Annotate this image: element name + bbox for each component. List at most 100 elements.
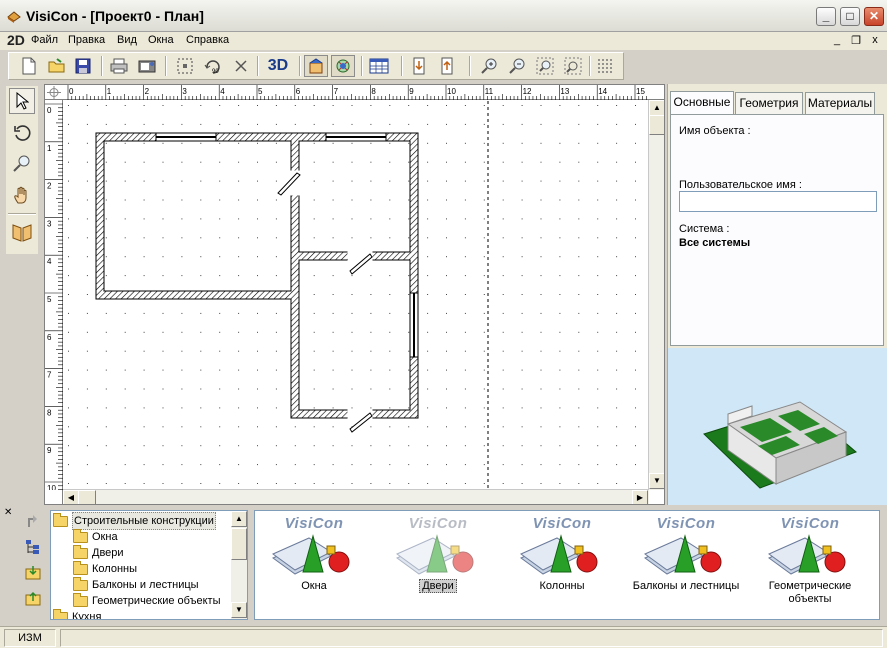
floor-plan[interactable]: [64, 101, 648, 489]
tree-item-balconies-stairs[interactable]: Балконы и лестницы: [73, 576, 199, 593]
zoom-icon[interactable]: [9, 150, 35, 176]
tab-materials[interactable]: Материалы: [805, 92, 875, 114]
tree-scrollbar[interactable]: ▲ ▼: [231, 511, 247, 619]
print-icon[interactable]: [107, 55, 131, 77]
mdi-close-button[interactable]: x: [868, 34, 882, 46]
mdi-restore-button[interactable]: ❐: [849, 34, 863, 47]
tree-item-building-structures[interactable]: Строительные конструкции: [53, 512, 216, 530]
catalog-close-icon[interactable]: ✕: [4, 507, 12, 518]
ruler-top-label: 10: [447, 87, 456, 96]
ruler-left-label: 10: [47, 484, 56, 490]
select-area-icon[interactable]: [173, 55, 197, 77]
tree-item-kitchen[interactable]: Кухня: [53, 608, 101, 619]
ruler-left-label: 6: [47, 333, 52, 342]
folder-icon: [73, 576, 88, 591]
move-down-icon[interactable]: [407, 55, 431, 77]
folder-icon: [73, 544, 88, 559]
gallery-item-balconies-stairs[interactable]: VisiCon Балконы и лестницы: [627, 515, 745, 615]
gallery-caption: Двери: [419, 579, 457, 593]
select-arrow-icon[interactable]: [9, 88, 35, 114]
horizontal-scrollbar[interactable]: ◀ ▶: [63, 489, 649, 504]
menu-edit[interactable]: Правка: [68, 34, 105, 46]
open-folder-icon[interactable]: [45, 55, 69, 77]
close-button[interactable]: ✕: [864, 7, 884, 26]
ruler-origin-icon[interactable]: [47, 86, 61, 99]
ruler-left-label: 4: [47, 257, 52, 266]
catalog-gallery: VisiCon Окна VisiCon Двери VisiCon Колон…: [254, 510, 880, 620]
tree-item-columns[interactable]: Колонны: [73, 560, 137, 577]
user-name-label: Пользовательское имя :: [679, 179, 802, 191]
zoom-window-icon[interactable]: [561, 55, 585, 77]
maximize-button[interactable]: □: [840, 7, 860, 26]
ruler-left-label: 7: [47, 371, 52, 380]
export-icon[interactable]: [24, 590, 42, 608]
menu-file[interactable]: Файл: [31, 34, 58, 46]
vertical-scroll-thumb[interactable]: [649, 115, 664, 135]
catalog-thumbnail-icon: [396, 534, 474, 575]
ruler-top-label: 1: [107, 87, 112, 96]
new-file-icon[interactable]: [17, 55, 41, 77]
tree-view-icon[interactable]: [24, 538, 42, 556]
menu-windows[interactable]: Окна: [148, 34, 174, 46]
system-label: Система :: [679, 223, 730, 235]
scroll-left-button[interactable]: ◀: [63, 490, 79, 504]
tab-basic[interactable]: Основные: [670, 91, 734, 115]
svg-text:90: 90: [212, 69, 219, 75]
gallery-caption: Колонны: [539, 580, 585, 592]
3d-view-button[interactable]: 3D: [263, 55, 293, 77]
print-preview-icon[interactable]: [135, 55, 159, 77]
gallery-item-columns[interactable]: VisiCon Колонны: [503, 515, 621, 615]
brand-label: VisiCon: [780, 515, 840, 532]
zoom-in-icon[interactable]: [477, 55, 501, 77]
tree-item-windows[interactable]: Окна: [73, 528, 118, 545]
tree-scroll-thumb[interactable]: [231, 528, 247, 560]
scroll-right-button[interactable]: ▶: [632, 490, 648, 504]
ruler-left-label: 0: [47, 106, 52, 115]
ruler-top-label: 8: [371, 87, 376, 96]
ruler-top-label: 14: [598, 87, 607, 96]
scroll-up-button[interactable]: ▲: [649, 100, 664, 116]
mirror-icon[interactable]: [9, 220, 35, 246]
zoom-out-icon[interactable]: [505, 55, 529, 77]
properties-panel: Основные Геометрия Материалы Имя объекта…: [667, 84, 887, 505]
scroll-down-button[interactable]: ▼: [649, 473, 664, 489]
up-level-icon[interactable]: [24, 512, 42, 530]
vertical-scrollbar[interactable]: ▲ ▼: [648, 100, 664, 490]
table-icon[interactable]: [365, 55, 393, 77]
move-up-icon[interactable]: [435, 55, 459, 77]
3d-preview[interactable]: [668, 348, 887, 505]
app-icon: [7, 11, 21, 23]
wall-tool-icon[interactable]: [304, 55, 328, 77]
pan-hand-icon[interactable]: [9, 182, 35, 208]
tree-item-doors[interactable]: Двери: [73, 544, 124, 561]
tree-item-geometric-objects[interactable]: Геометрические объекты: [73, 592, 220, 609]
save-icon[interactable]: [71, 55, 95, 77]
user-name-field[interactable]: [679, 191, 877, 212]
delete-icon[interactable]: [229, 55, 253, 77]
gallery-item-windows[interactable]: VisiCon Окна: [255, 515, 373, 615]
ruler-top-label: 6: [296, 87, 301, 96]
mdi-minimize-button[interactable]: _: [830, 34, 844, 46]
grid-icon[interactable]: [593, 55, 617, 77]
brand-label: VisiCon: [408, 515, 468, 532]
zoom-fit-icon[interactable]: [533, 55, 557, 77]
rotate-icon[interactable]: [9, 120, 35, 146]
rotate-90-icon[interactable]: 90: [201, 55, 225, 77]
minimize-button[interactable]: _: [816, 7, 836, 26]
plan-canvas[interactable]: 0 1 2 3 4 5 6 7 8 9 10 11 12 13 14 15 0 1 2 3 4 5 6 7 8 9 10: [44, 84, 665, 505]
menu-help[interactable]: Справка: [186, 34, 229, 46]
status-message: [60, 629, 883, 647]
gallery-item-doors[interactable]: VisiCon Двери: [379, 515, 497, 615]
refresh-view-icon[interactable]: [331, 55, 355, 77]
tree-scroll-down[interactable]: ▼: [231, 602, 247, 618]
horizontal-ruler: 0 1 2 3 4 5 6 7 8 9 10 11 12 13 14 15: [45, 85, 664, 100]
catalog-thumbnail-icon: [520, 534, 598, 575]
brand-label: VisiCon: [656, 515, 716, 532]
menu-view[interactable]: Вид: [117, 34, 137, 46]
tab-geometry[interactable]: Геометрия: [735, 92, 803, 114]
status-bar: ИЗМ: [0, 626, 887, 648]
import-icon[interactable]: [24, 564, 42, 582]
horizontal-scroll-thumb[interactable]: [78, 490, 96, 504]
tree-scroll-up[interactable]: ▲: [231, 511, 247, 527]
gallery-item-geometric-objects[interactable]: VisiCon Геометрические объекты: [751, 515, 869, 615]
